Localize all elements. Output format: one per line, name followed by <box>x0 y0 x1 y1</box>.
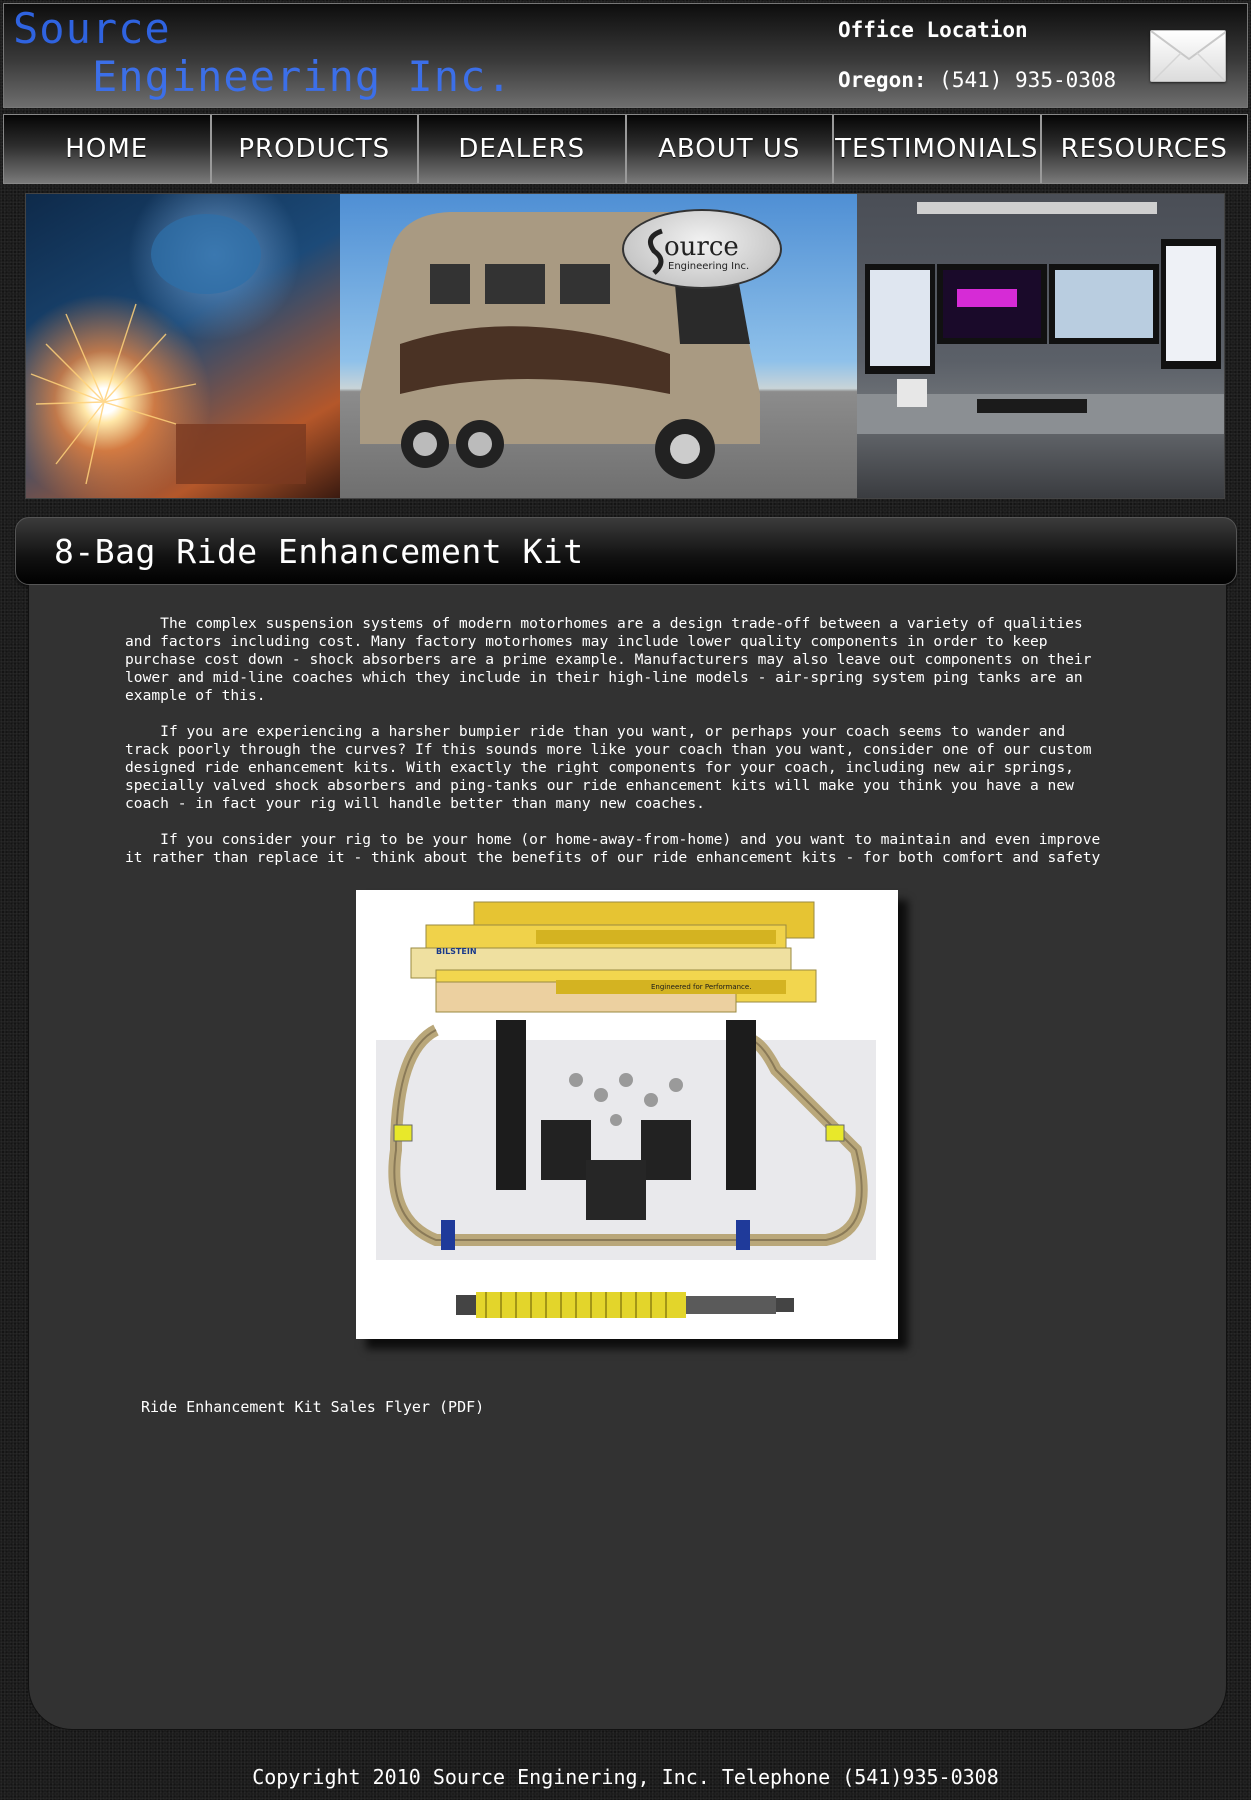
page-title: 8-Bag Ride Enhancement Kit <box>54 532 584 571</box>
office-phone-number: (541) 935-0308 <box>939 68 1117 92</box>
office-state: Oregon: <box>838 68 927 92</box>
site-header: Source Engineering Inc. Office Location … <box>3 3 1248 108</box>
office-phone: Oregon: (541) 935-0308 <box>838 68 1116 92</box>
nav-dealers[interactable]: DEALERS <box>419 115 627 183</box>
nav-about-us[interactable]: ABOUT US <box>626 115 834 183</box>
cad-workstation-photo <box>857 194 1224 498</box>
nav-home[interactable]: HOME <box>4 115 212 183</box>
welding-photo <box>26 194 340 498</box>
nav-products[interactable]: PRODUCTS <box>211 115 419 183</box>
page-title-bar: 8-Bag Ride Enhancement Kit <box>15 517 1237 585</box>
bilstein-label-1: BILSTEIN <box>436 947 477 956</box>
hero-banner: ource Engineering Inc. <box>25 193 1225 499</box>
logo-line-2[interactable]: Engineering Inc. <box>92 52 513 101</box>
logo-line-1[interactable]: Source <box>13 4 171 53</box>
nav-resources[interactable]: RESOURCES <box>1041 115 1247 183</box>
nav-testimonials[interactable]: TESTIMONIALS <box>834 115 1042 183</box>
seal-text-2: Engineering Inc. <box>668 261 749 272</box>
main-nav: HOME PRODUCTS DEALERS ABOUT US TESTIMONI… <box>3 114 1248 184</box>
intro-paragraph: The complex suspension systems of modern… <box>125 615 1092 704</box>
benefits-paragraph: If you consider your rig to be your home… <box>125 831 1101 866</box>
seal-text-1: ource <box>664 232 739 262</box>
sales-flyer-pdf-link[interactable]: Ride Enhancement Kit Sales Flyer (PDF) <box>141 1398 484 1416</box>
company-seal: ource Engineering Inc. <box>622 209 782 289</box>
office-location-heading: Office Location <box>838 18 1028 42</box>
engineered-label: Engineered for Performance. <box>651 983 751 991</box>
ride-kit-product-photo: BILSTEIN Engineered for Performance. <box>356 890 898 1339</box>
footer-copyright: Copyright 2010 Source Enginering, Inc. T… <box>252 1765 999 1789</box>
envelope-icon[interactable] <box>1150 30 1226 82</box>
motorhome-photo: ource Engineering Inc. <box>340 194 857 498</box>
main-content: The complex suspension systems of modern… <box>28 585 1227 1730</box>
ride-paragraph: If you are experiencing a harsher bumpie… <box>125 723 1092 812</box>
